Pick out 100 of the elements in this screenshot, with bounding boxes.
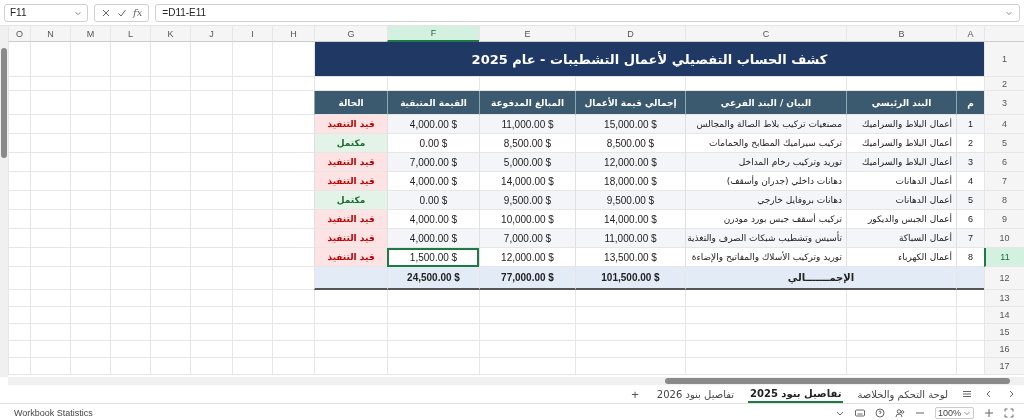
grid-cell[interactable]: [232, 341, 272, 358]
sheet-tab[interactable]: تفاصيل بنود 2026: [654, 385, 737, 403]
grid-cell[interactable]: [30, 248, 70, 267]
grid-cell[interactable]: [110, 358, 150, 375]
function-button[interactable]: fx: [133, 7, 143, 18]
grid-cell[interactable]: [30, 172, 70, 191]
grid-cell[interactable]: [8, 191, 30, 210]
column-header[interactable]: N: [30, 26, 70, 42]
grid-cell[interactable]: [314, 307, 387, 324]
grid-cell[interactable]: [190, 341, 232, 358]
grid-cell[interactable]: [846, 324, 956, 341]
grid-cell[interactable]: [70, 42, 110, 77]
grid-cell[interactable]: [150, 229, 190, 248]
grid-cell[interactable]: [110, 115, 150, 134]
grid-cell[interactable]: [956, 324, 984, 341]
column-header[interactable]: I: [232, 26, 272, 42]
grid-cell[interactable]: [232, 115, 272, 134]
row-header[interactable]: 1: [984, 42, 1024, 77]
select-all-corner[interactable]: [984, 26, 1024, 42]
grid-cell[interactable]: [272, 341, 314, 358]
grid-cell[interactable]: [30, 307, 70, 324]
grid-cell[interactable]: [272, 42, 314, 77]
grid-cell[interactable]: [846, 307, 956, 324]
grid-cell[interactable]: [110, 341, 150, 358]
grid-cell[interactable]: [8, 77, 30, 91]
grid-cell[interactable]: [70, 324, 110, 341]
sheet-tab[interactable]: تفاصيل بنود 2025: [748, 385, 844, 403]
row-header[interactable]: 4: [984, 115, 1024, 134]
grid-cell[interactable]: [30, 42, 70, 77]
grid-cell[interactable]: [575, 358, 685, 375]
grid-cell[interactable]: [190, 91, 232, 115]
grid-cell[interactable]: [70, 341, 110, 358]
grid-cell[interactable]: [110, 210, 150, 229]
row-header[interactable]: 7: [984, 172, 1024, 191]
grid-cell[interactable]: [846, 290, 956, 307]
grid-cell[interactable]: [150, 358, 190, 375]
grid-cell[interactable]: [272, 77, 314, 91]
grid-cell[interactable]: [150, 324, 190, 341]
grid-cell[interactable]: [150, 267, 190, 290]
grid-cell[interactable]: [479, 290, 575, 307]
grid-cell[interactable]: [846, 358, 956, 375]
grid-cell[interactable]: [232, 77, 272, 91]
grid-cell[interactable]: [232, 172, 272, 191]
grid-cell[interactable]: [232, 358, 272, 375]
grid-cell[interactable]: [479, 324, 575, 341]
grid-cell[interactable]: [150, 153, 190, 172]
column-header[interactable]: C: [685, 26, 846, 42]
grid-cell[interactable]: [190, 324, 232, 341]
grid-cell[interactable]: [272, 91, 314, 115]
grid-cell[interactable]: [150, 91, 190, 115]
grid-cell[interactable]: [272, 267, 314, 290]
grid-cell[interactable]: [70, 134, 110, 153]
grid-cell[interactable]: [190, 210, 232, 229]
row-header[interactable]: 9: [984, 210, 1024, 229]
grid-cell[interactable]: [150, 77, 190, 91]
grid-cell[interactable]: [685, 341, 846, 358]
grid-cell[interactable]: [232, 324, 272, 341]
grid-cell[interactable]: [387, 358, 479, 375]
grid-cell[interactable]: [387, 290, 479, 307]
grid-cell[interactable]: [110, 42, 150, 77]
grid-cell[interactable]: [190, 172, 232, 191]
grid-cell[interactable]: [110, 77, 150, 91]
grid-cell[interactable]: [232, 153, 272, 172]
grid-cell[interactable]: [70, 210, 110, 229]
grid-cell[interactable]: [30, 267, 70, 290]
grid-cell[interactable]: [8, 229, 30, 248]
zoom-dropdown[interactable]: 100%: [934, 406, 974, 419]
grid-cell[interactable]: [232, 290, 272, 307]
grid-cell[interactable]: [272, 358, 314, 375]
grid-cell[interactable]: [232, 229, 272, 248]
grid-cell[interactable]: [30, 229, 70, 248]
grid-cell[interactable]: [8, 290, 30, 307]
grid-cell[interactable]: [190, 115, 232, 134]
grid-cell[interactable]: [575, 324, 685, 341]
grid-cell[interactable]: [110, 290, 150, 307]
keyboard-icon[interactable]: [854, 407, 865, 418]
grid-cell[interactable]: [232, 307, 272, 324]
row-header[interactable]: 14: [984, 307, 1024, 324]
grid-cell[interactable]: [272, 324, 314, 341]
grid-cell[interactable]: [190, 229, 232, 248]
grid-cell[interactable]: [150, 42, 190, 77]
grid-cell[interactable]: [232, 42, 272, 77]
grid-cell[interactable]: [70, 358, 110, 375]
row-header[interactable]: 13: [984, 290, 1024, 307]
grid-cell[interactable]: [272, 153, 314, 172]
grid-cell[interactable]: [232, 91, 272, 115]
fullscreen-icon[interactable]: [1004, 407, 1014, 418]
grid-cell[interactable]: [8, 248, 30, 267]
grid-cell[interactable]: [150, 172, 190, 191]
grid-cell[interactable]: [8, 341, 30, 358]
grid-cell[interactable]: [479, 358, 575, 375]
grid-cell[interactable]: [685, 358, 846, 375]
grid-cell[interactable]: [956, 290, 984, 307]
formula-field[interactable]: =D11-E11: [155, 3, 1020, 22]
grid-cell[interactable]: [30, 153, 70, 172]
row-header[interactable]: 15: [984, 324, 1024, 341]
grid-cell[interactable]: [479, 307, 575, 324]
grid-cell[interactable]: [8, 267, 30, 290]
grid-cell[interactable]: [30, 358, 70, 375]
grid-cell[interactable]: [30, 341, 70, 358]
